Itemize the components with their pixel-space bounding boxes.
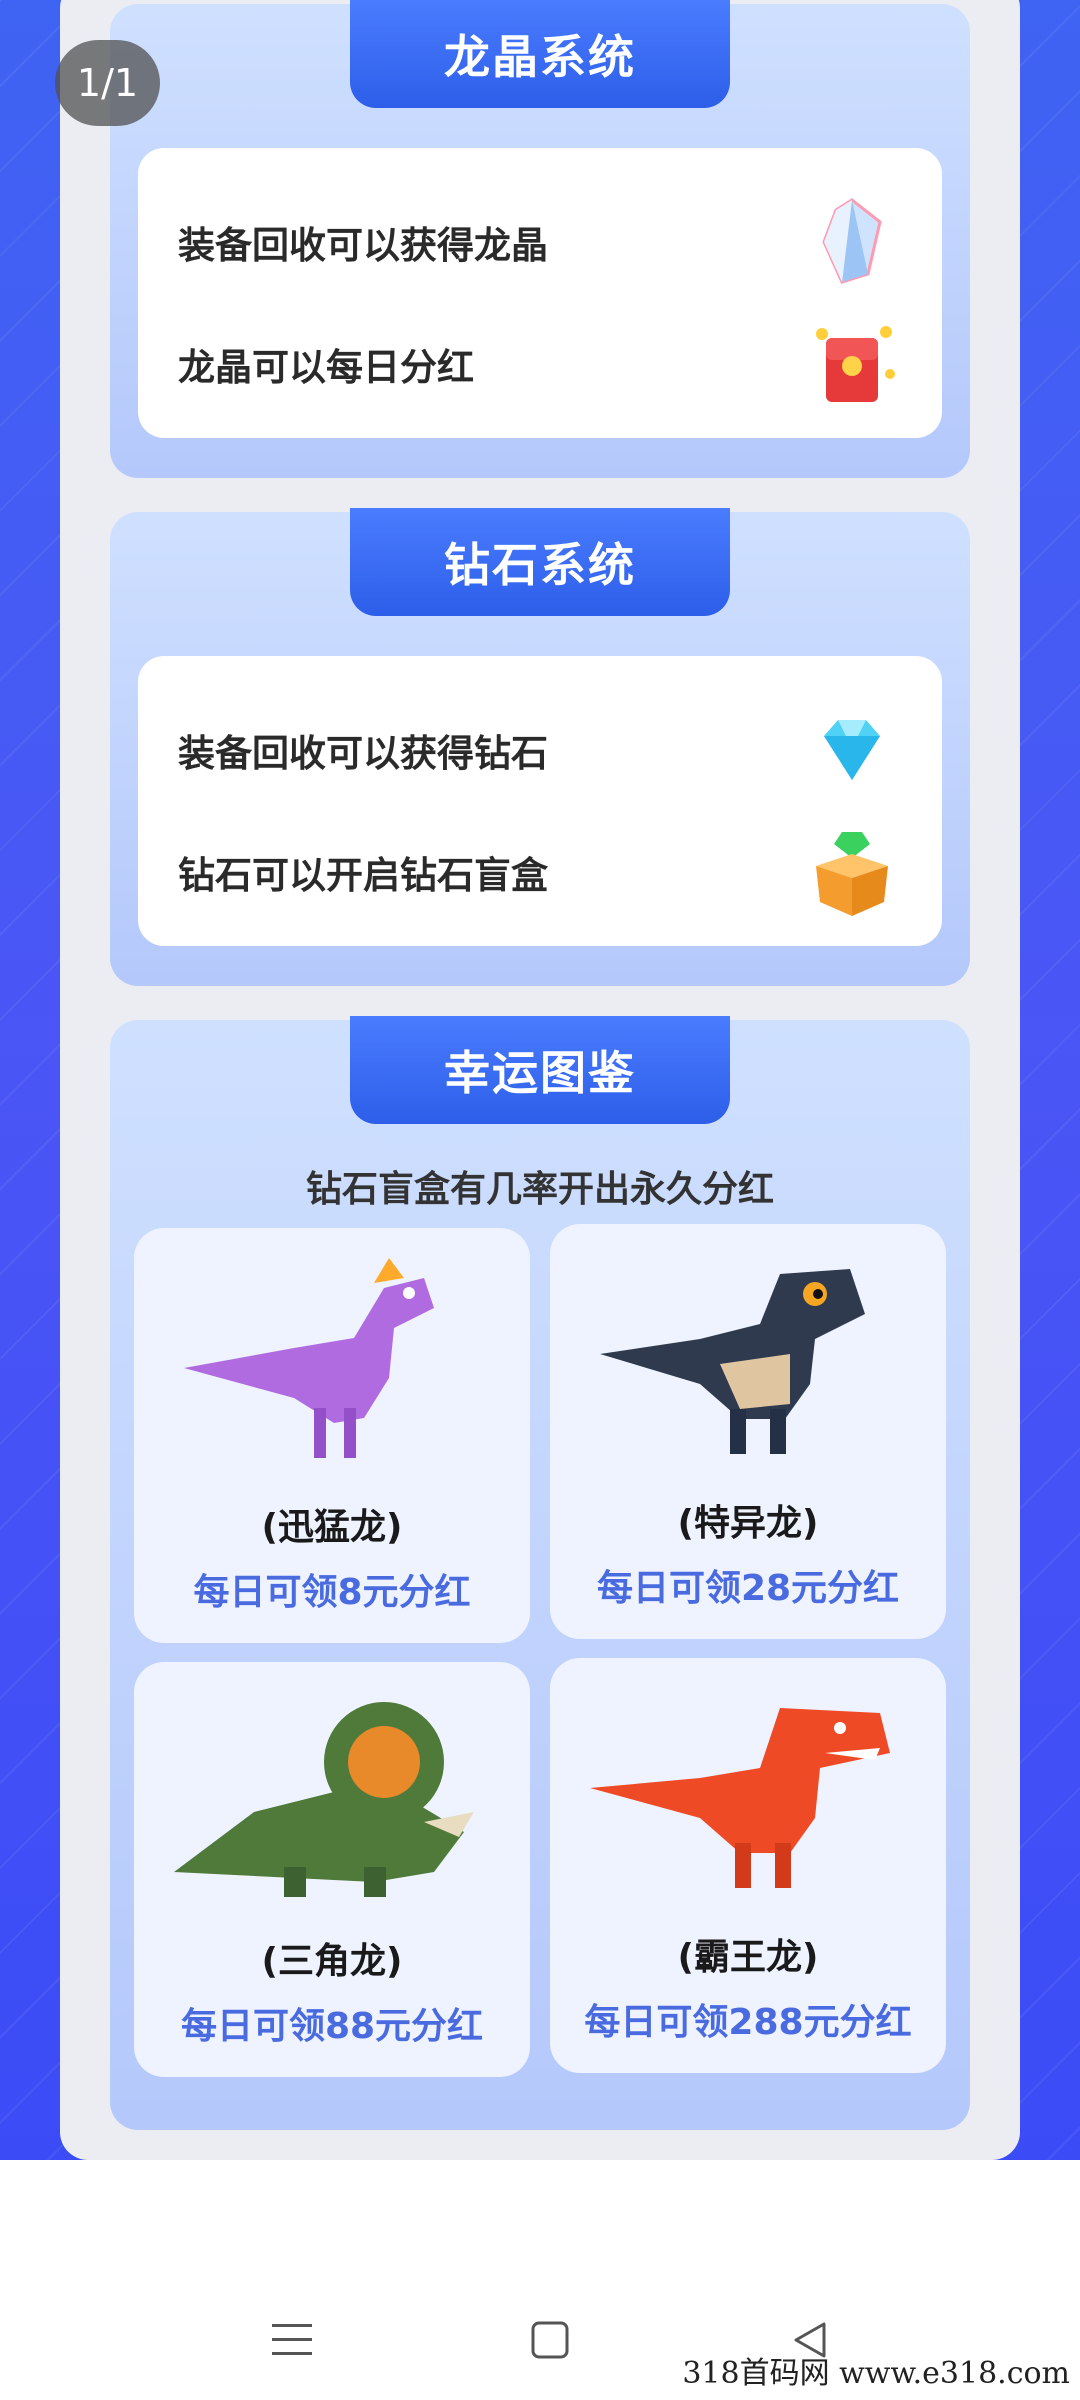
dragon-crystal-section: 龙晶系统 装备回收可以获得龙晶 龙晶可以每日分红 bbox=[110, 0, 970, 478]
red-envelope-icon bbox=[802, 314, 902, 414]
dino-name: (特异龙) bbox=[677, 1503, 819, 1544]
info-row: 龙晶可以每日分红 bbox=[178, 314, 902, 414]
dino-name: (霸王龙) bbox=[677, 1937, 819, 1978]
dino-name: (三角龙) bbox=[261, 1941, 403, 1982]
info-card: 装备回收可以获得钻石 钻石可以开启钻石盲盒 bbox=[138, 656, 942, 946]
home-square-icon[interactable] bbox=[520, 2310, 580, 2370]
dino-card-velociraptor[interactable]: (迅猛龙) 每日可领8元分红 bbox=[134, 1228, 530, 1643]
menu-icon[interactable] bbox=[262, 2310, 322, 2370]
allosaurus-image bbox=[600, 1269, 865, 1454]
page-counter-badge: 1/1 bbox=[55, 40, 160, 126]
dino-card-allosaurus[interactable]: (特异龙) 每日可领28元分红 bbox=[550, 1224, 946, 1639]
crystal-icon bbox=[802, 192, 902, 292]
lucky-collection-section: 幸运图鉴 钻石盲盒有几率开出永久分红 (迅猛龙) 每日可领8元分红 (特异龙) … bbox=[110, 1016, 970, 2130]
tyrannosaurus-image bbox=[590, 1708, 890, 1888]
section-subtitle: 钻石盲盒有几率开出永久分红 bbox=[305, 1169, 774, 1210]
dino-reward: 每日可领288元分红 bbox=[584, 2002, 912, 2043]
section-title: 龙晶系统 bbox=[350, 0, 730, 108]
info-text: 装备回收可以获得钻石 bbox=[178, 732, 548, 775]
info-text: 钻石可以开启钻石盲盒 bbox=[178, 854, 548, 897]
dino-card-triceratops[interactable]: (三角龙) 每日可领88元分红 bbox=[134, 1662, 530, 2077]
dino-reward: 每日可领8元分红 bbox=[193, 1572, 471, 1613]
diamond-section: 钻石系统 装备回收可以获得钻石 钻石可以开启钻石盲盒 bbox=[110, 508, 970, 986]
diamond-icon bbox=[802, 700, 902, 800]
info-card: 装备回收可以获得龙晶 龙晶可以每日分红 bbox=[138, 148, 942, 438]
info-row: 装备回收可以获得龙晶 bbox=[178, 192, 902, 292]
system-navigation-bar: 318首码网 www.e318.com bbox=[0, 2160, 1080, 2400]
info-text: 龙晶可以每日分红 bbox=[178, 346, 474, 389]
info-row: 钻石可以开启钻石盲盒 bbox=[178, 822, 902, 922]
image-viewer[interactable]: 龙晶系统 装备回收可以获得龙晶 龙晶可以每日分红 钻石系统 装备回收可以获得钻石… bbox=[0, 0, 1080, 2160]
dino-name: (迅猛龙) bbox=[261, 1507, 403, 1548]
triceratops-image bbox=[174, 1702, 474, 1897]
watermark-text: 318首码网 www.e318.com bbox=[682, 2356, 1070, 2391]
dino-reward: 每日可领88元分红 bbox=[180, 2006, 484, 2047]
blind-box-icon bbox=[802, 822, 902, 922]
info-row: 装备回收可以获得钻石 bbox=[178, 700, 902, 800]
section-title: 幸运图鉴 bbox=[350, 1016, 730, 1124]
dino-reward: 每日可领28元分红 bbox=[596, 1568, 900, 1609]
dino-card-tyrannosaurus[interactable]: (霸王龙) 每日可领288元分红 bbox=[550, 1658, 946, 2073]
section-title: 钻石系统 bbox=[350, 508, 730, 616]
velociraptor-image bbox=[184, 1258, 434, 1458]
info-text: 装备回收可以获得龙晶 bbox=[178, 224, 548, 267]
